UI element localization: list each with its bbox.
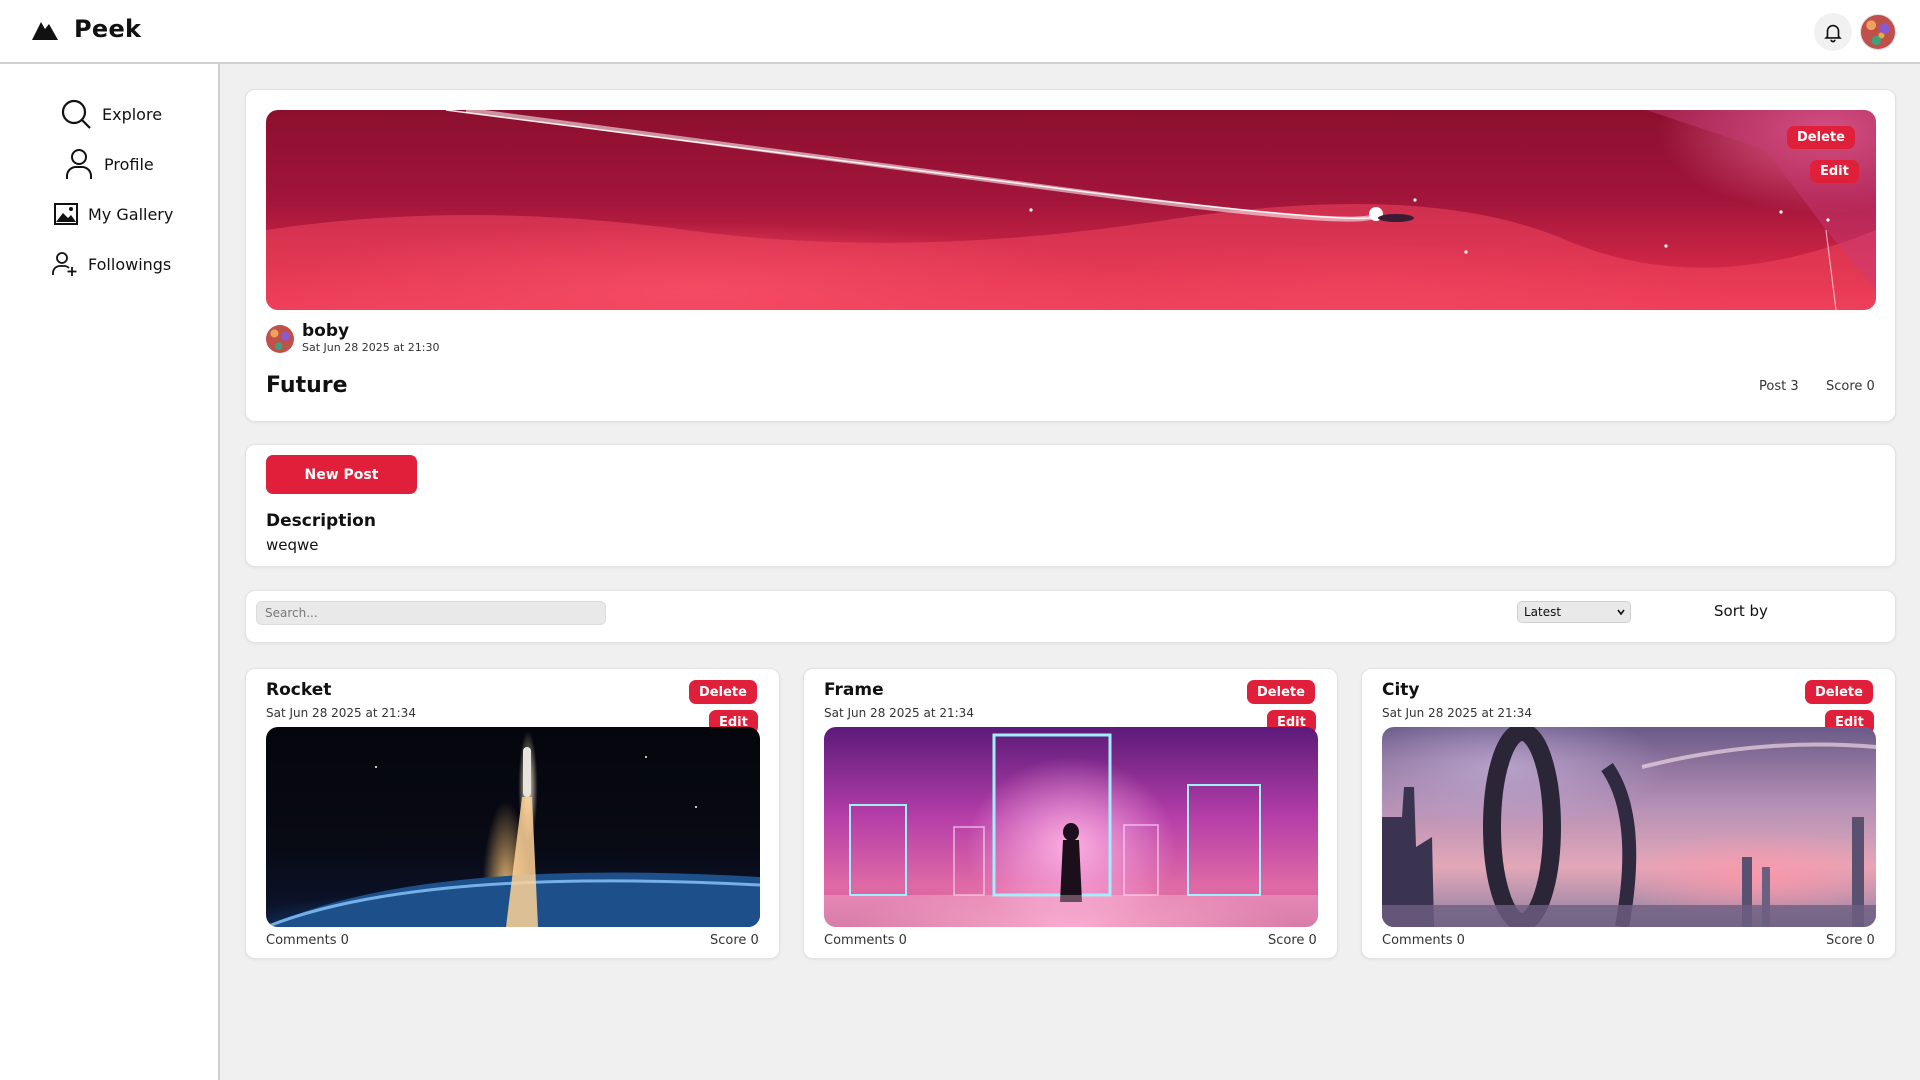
search-icon [61, 99, 91, 129]
post-comments[interactable]: Comments 0 [266, 933, 349, 948]
frame-artwork [824, 733, 1318, 927]
sidebar: Explore Profile My Gallery Followings [0, 64, 220, 1080]
author-info: boby Sat Jun 28 2025 at 21:30 [266, 322, 439, 356]
rocket-artwork [266, 747, 760, 927]
brand[interactable]: Peek [30, 14, 141, 44]
delete-post-button[interactable]: Delete [1805, 680, 1873, 704]
chevron-down-icon [1617, 609, 1625, 616]
post-card[interactable]: Frame Sat Jun 28 2025 at 21:34 Delete Ed… [803, 668, 1338, 959]
post-comments[interactable]: Comments 0 [1382, 933, 1465, 948]
gallery-title: Future [266, 373, 348, 398]
post-card[interactable]: Rocket Sat Jun 28 2025 at 21:34 Delete E… [245, 668, 780, 959]
post-card[interactable]: City Sat Jun 28 2025 at 21:34 Delete Edi… [1361, 668, 1896, 959]
mountain-logo-icon [32, 22, 58, 40]
post-date: Sat Jun 28 2025 at 21:34 [266, 706, 416, 720]
delete-post-button[interactable]: Delete [1247, 680, 1315, 704]
gallery-score: Score 0 [1826, 379, 1875, 394]
description-text: weqwe [266, 536, 319, 554]
notifications-button[interactable] [1814, 13, 1852, 51]
description-card: New Post Description weqwe [245, 444, 1896, 567]
post-title: Frame [824, 680, 884, 700]
sidebar-item-label: My Gallery [88, 204, 174, 224]
sidebar-item-label: Followings [88, 254, 172, 274]
top-bar: Peek [0, 0, 1920, 64]
post-image-frame[interactable] [824, 727, 1318, 927]
sort-label: Sort by [1714, 602, 1768, 620]
new-post-button[interactable]: New Post [266, 455, 417, 494]
city-artwork [1382, 727, 1876, 927]
user-avatar[interactable] [1860, 14, 1896, 50]
banner-artwork [266, 110, 1876, 310]
post-score: Score 0 [710, 933, 759, 948]
post-count: Post 3 [1759, 379, 1799, 394]
description-heading: Description [266, 511, 376, 531]
post-score: Score 0 [1826, 933, 1875, 948]
author-avatar[interactable] [266, 325, 294, 353]
sort-select[interactable]: Latest [1517, 601, 1631, 623]
post-comments[interactable]: Comments 0 [824, 933, 907, 948]
gallery-card: Delete Edit boby Sat Jun 28 2025 at 21:3… [245, 89, 1896, 422]
sidebar-item-my-gallery[interactable]: My Gallery [54, 203, 173, 225]
post-title: Rocket [266, 680, 332, 700]
post-date: Sat Jun 28 2025 at 21:34 [1382, 706, 1532, 720]
delete-gallery-button[interactable]: Delete [1787, 126, 1855, 149]
sidebar-item-explore[interactable]: Explore [60, 98, 162, 130]
post-title: City [1382, 680, 1420, 700]
post-image-rocket[interactable] [266, 727, 760, 927]
post-score: Score 0 [1268, 933, 1317, 948]
image-icon [54, 203, 78, 225]
search-input[interactable] [256, 601, 606, 625]
post-image-city[interactable] [1382, 727, 1876, 927]
filter-toolbar: Sort by Latest [245, 590, 1896, 643]
sidebar-item-label: Explore [102, 104, 163, 124]
delete-post-button[interactable]: Delete [689, 680, 757, 704]
author-name[interactable]: boby [302, 322, 439, 340]
user-plus-icon [52, 252, 77, 276]
sidebar-item-followings[interactable]: Followings [52, 251, 171, 277]
sidebar-item-label: Profile [104, 154, 154, 174]
app-name: Peek [74, 15, 142, 43]
gallery-banner-image [266, 110, 1876, 310]
user-icon [66, 149, 92, 179]
sidebar-item-profile[interactable]: Profile [64, 148, 154, 180]
gallery-date: Sat Jun 28 2025 at 21:30 [302, 341, 440, 354]
sort-value: Latest [1524, 605, 1562, 619]
edit-gallery-button[interactable]: Edit [1810, 160, 1859, 183]
post-date: Sat Jun 28 2025 at 21:34 [824, 706, 974, 720]
bell-icon [1824, 24, 1842, 43]
